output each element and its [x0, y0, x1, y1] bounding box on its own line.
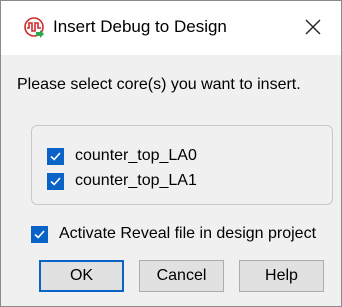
help-button[interactable]: Help [239, 260, 324, 292]
reveal-debug-icon [23, 17, 45, 39]
core-item-la0[interactable]: counter_top_LA0 [47, 147, 197, 165]
checkmark-icon [50, 176, 61, 186]
instruction-text: Please select core(s) you want to insert… [17, 76, 301, 93]
core-checkbox-la1[interactable] [47, 172, 64, 190]
cancel-button[interactable]: Cancel [139, 260, 224, 292]
activate-reveal-checkbox[interactable] [31, 225, 48, 243]
checkmark-icon [34, 229, 45, 239]
checkmark-icon [50, 151, 61, 161]
ok-button[interactable]: OK [39, 260, 124, 292]
dialog-title: Insert Debug to Design [53, 17, 227, 36]
core-item-la1[interactable]: counter_top_LA1 [47, 172, 197, 190]
activate-reveal-option[interactable]: Activate Reveal file in design project [31, 225, 316, 243]
close-icon [305, 19, 321, 35]
title-bar: Insert Debug to Design [1, 1, 341, 55]
core-checkbox-la0[interactable] [47, 147, 64, 165]
core-label-la1: counter_top_LA1 [75, 172, 197, 189]
activate-reveal-label: Activate Reveal file in design project [59, 225, 317, 242]
core-selection-group: counter_top_LA0 counter_top_LA1 [31, 125, 333, 205]
core-label-la0: counter_top_LA0 [75, 147, 197, 164]
insert-debug-dialog: Insert Debug to Design Please select cor… [0, 0, 342, 307]
close-button[interactable] [297, 11, 329, 43]
